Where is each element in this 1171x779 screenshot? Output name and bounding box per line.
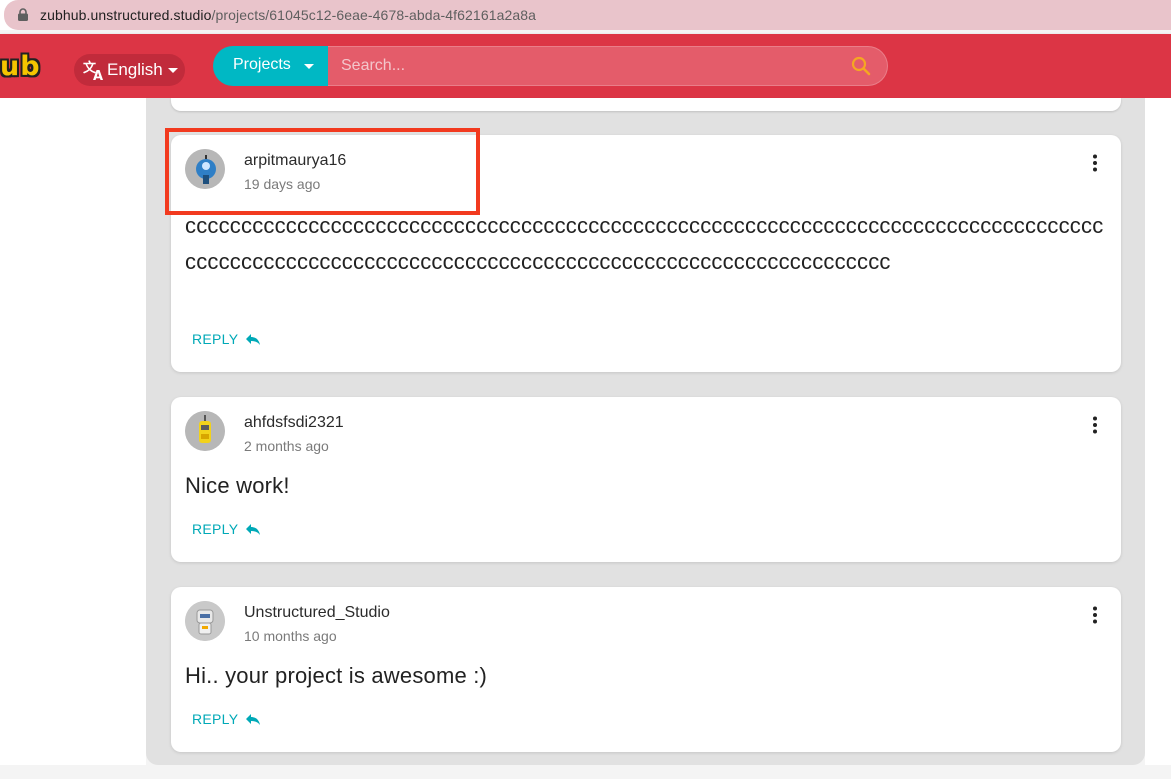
robot-avatar-icon [185, 411, 225, 451]
browser-url-bar[interactable]: zubhub.unstructured.studio/projects/6104… [0, 0, 1171, 30]
comment-username[interactable]: Unstructured_Studio [244, 604, 390, 622]
url-host: zubhub.unstructured.studio [40, 7, 212, 23]
comment-card: Unstructured_Studio 10 months ago Hi.. y… [171, 587, 1121, 752]
comment-timestamp: 2 months ago [244, 438, 329, 454]
more-options-icon[interactable] [1085, 153, 1105, 173]
more-options-icon[interactable] [1085, 605, 1105, 625]
search-input[interactable] [328, 46, 888, 86]
language-selector[interactable]: 文 A English [74, 54, 185, 86]
reply-label: REPLY [192, 521, 239, 537]
search-icon[interactable] [851, 56, 871, 76]
reply-label: REPLY [192, 711, 239, 727]
robot-avatar-icon [185, 601, 225, 641]
comment-body: Nice work! [185, 473, 290, 498]
url-path: /projects/61045c12-6eae-4678-abda-4f6216… [211, 7, 537, 23]
url-field[interactable]: zubhub.unstructured.studio/projects/6104… [4, 0, 1171, 30]
comment-timestamp: 10 months ago [244, 628, 337, 644]
reply-arrow-icon [246, 524, 260, 535]
comment-card: ahfdsfsdi2321 2 months ago Nice work! RE… [171, 397, 1121, 562]
search-type-dropdown[interactable]: Projects [213, 46, 328, 86]
page-bottom [0, 765, 1171, 779]
left-margin [0, 98, 146, 765]
reply-button[interactable]: REPLY [192, 329, 272, 349]
right-margin [1145, 98, 1171, 765]
url-text: zubhub.unstructured.studio/projects/6104… [40, 7, 536, 23]
language-label: English [107, 60, 163, 79]
comment-username[interactable]: ahfdsfsdi2321 [244, 414, 344, 432]
highlight-box [165, 128, 480, 215]
comment-input-card [171, 98, 1121, 111]
reply-arrow-icon [246, 334, 260, 345]
search-type-label: Projects [233, 56, 291, 73]
reply-label: REPLY [192, 331, 239, 347]
caret-down-icon [304, 64, 314, 69]
search-bar: Projects [213, 46, 888, 86]
comment-body: Hi.. your project is awesome :) [185, 663, 488, 688]
zubhub-logo[interactable]: ub [0, 51, 41, 82]
lock-icon [18, 8, 28, 21]
reply-arrow-icon [246, 714, 260, 725]
user-avatar[interactable] [185, 411, 225, 451]
more-options-icon[interactable] [1085, 415, 1105, 435]
reply-button[interactable]: REPLY [192, 519, 272, 539]
translate-icon: 文 A [83, 60, 103, 81]
reply-button[interactable]: REPLY [192, 709, 272, 729]
app-header: ub 文 A English Projects [0, 34, 1171, 98]
svg-text:A: A [93, 69, 103, 81]
comment-body: cccccccccccccccccccccccccccccccccccccccc… [185, 213, 1104, 274]
user-avatar[interactable] [185, 601, 225, 641]
caret-down-icon [168, 68, 178, 73]
